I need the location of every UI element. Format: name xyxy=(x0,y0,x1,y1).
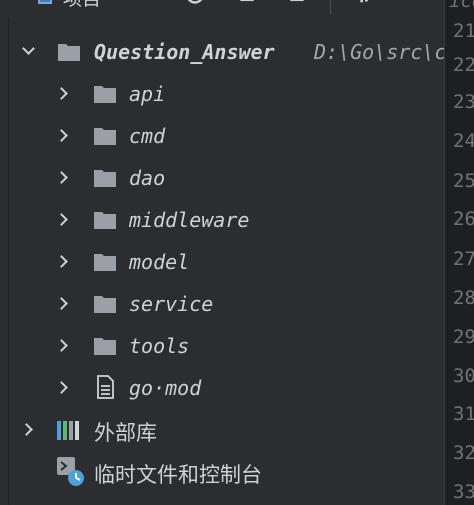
line-number: 25 xyxy=(453,170,474,192)
chevron-right-icon[interactable] xyxy=(55,297,68,310)
tree-item-label: api xyxy=(129,82,166,106)
chevron-right-icon[interactable] xyxy=(55,171,68,184)
line-number: 32 xyxy=(453,442,474,464)
root-project-name: Question_Answer xyxy=(94,40,275,64)
tree-item-middleware[interactable]: middleware xyxy=(0,199,444,241)
line-number: 31 xyxy=(453,403,474,425)
tree-item-label: service xyxy=(129,292,214,316)
chevron-right-icon[interactable] xyxy=(55,87,68,100)
tree-item-label: tools xyxy=(129,334,190,358)
tree-item-label: middleware xyxy=(129,208,250,232)
chevron-right-icon[interactable] xyxy=(20,423,33,436)
folder-icon xyxy=(94,296,116,313)
tree-item-service[interactable]: service xyxy=(0,283,444,325)
tree-scratches-consoles[interactable]: 临时文件和控制台 xyxy=(0,451,444,493)
folder-icon xyxy=(94,254,116,271)
folder-icon xyxy=(94,212,116,229)
line-number: 24 xyxy=(453,130,474,152)
tree-root-row[interactable]: Question_Answer D:\Go\src\c xyxy=(0,31,447,73)
line-number: 23 xyxy=(453,91,474,113)
tree-item-label: cmd xyxy=(129,124,166,148)
line-number: 27 xyxy=(453,248,474,270)
project-tree: Question_Answer D:\Go\src\c api cmd dao … xyxy=(0,0,447,505)
scratches-consoles-label: 临时文件和控制台 xyxy=(94,463,262,487)
chevron-right-icon[interactable] xyxy=(55,255,68,268)
library-icon xyxy=(57,421,79,440)
line-number: 33 xyxy=(453,481,474,503)
line-number: 30 xyxy=(453,365,474,387)
line-number: 29 xyxy=(453,326,474,348)
line-number: 21 xyxy=(453,20,474,42)
chevron-right-icon[interactable] xyxy=(55,381,68,394)
chevron-right-icon[interactable] xyxy=(55,129,68,142)
tree-item-api[interactable]: api xyxy=(0,73,444,115)
chevron-right-icon[interactable] xyxy=(55,339,68,352)
tree-item-model[interactable]: model xyxy=(0,241,444,283)
editor-gutter: ice 21 22 23 24 25 26 27 28 29 30 31 32 … xyxy=(444,0,474,505)
folder-icon xyxy=(94,86,116,103)
folder-icon xyxy=(94,170,116,187)
tree-external-libraries[interactable]: 外部库 xyxy=(0,409,444,451)
file-icon xyxy=(97,375,114,399)
tree-item-tools[interactable]: tools xyxy=(0,325,444,367)
line-number: 28 xyxy=(453,287,474,309)
tree-item-go-mod[interactable]: go·mod xyxy=(0,367,444,409)
chevron-down-icon[interactable] xyxy=(22,42,35,55)
folder-icon xyxy=(94,338,116,355)
tree-item-label: go·mod xyxy=(129,376,202,400)
line-number: 22 xyxy=(453,54,474,76)
scratches-console-icon xyxy=(57,457,84,486)
line-number: 26 xyxy=(453,208,474,230)
folder-icon xyxy=(58,44,80,61)
tree-item-label: model xyxy=(129,250,190,274)
root-project-path: D:\Go\src\c xyxy=(314,40,447,64)
folder-icon xyxy=(94,128,116,145)
tree-item-dao[interactable]: dao xyxy=(0,157,444,199)
tree-item-cmd[interactable]: cmd xyxy=(0,115,444,157)
tree-item-label: dao xyxy=(129,166,166,190)
external-libraries-label: 外部库 xyxy=(94,421,157,445)
editor-partial-text: ice xyxy=(449,0,474,12)
chevron-right-icon[interactable] xyxy=(55,213,68,226)
